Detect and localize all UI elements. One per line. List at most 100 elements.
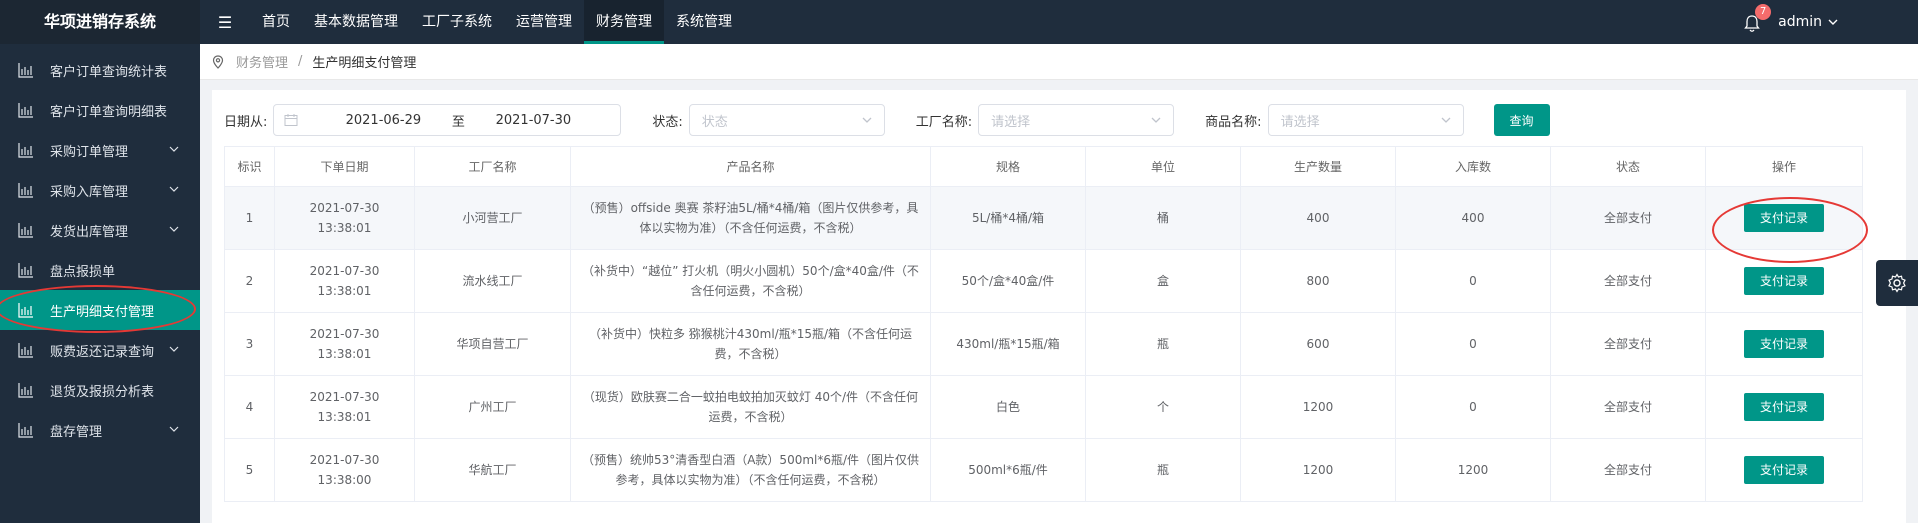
table-row: 1 2021-07-30 13:38:01 小河营工厂 （预售）offside 奥赛 … xyxy=(224,186,1863,250)
cell-product: （补货中）快粒多 猕猴桃汁430ml/瓶*15瓶/箱（不含任何运费，不含税） xyxy=(570,312,931,376)
cell-factory: 广州工厂 xyxy=(414,375,571,439)
cell-action: 支付记录 xyxy=(1705,249,1863,313)
sidebar-item[interactable]: 客户订单查询统计表 xyxy=(0,50,200,90)
sidebar-item[interactable]: 客户订单查询明细表 xyxy=(0,90,200,130)
cell-product: （预售）统帅53°清香型白酒（A款）500ml*6瓶/件（图片仅供参考，具体以实… xyxy=(570,438,931,502)
cell-product: （现货）欧肤赛二合一蚊拍电蚊拍加灭蚊灯 40个/件（不含任何运费，不含税） xyxy=(570,375,931,439)
top-nav-item[interactable]: 运营管理 xyxy=(504,0,584,44)
sidebar-item[interactable]: 生产明细支付管理 xyxy=(0,290,200,330)
settings-float-button[interactable] xyxy=(1876,260,1918,306)
product-select[interactable]: 请选择 xyxy=(1267,104,1464,136)
sidebar-item-label: 客户订单查询统计表 xyxy=(50,64,168,80)
top-nav-item[interactable]: 首页 xyxy=(250,0,302,44)
date-to[interactable]: 2021-07-30 xyxy=(488,113,578,128)
location-icon xyxy=(212,54,224,69)
cell-date: 2021-07-30 13:38:01 xyxy=(274,186,415,250)
chart-icon xyxy=(18,263,33,278)
product-placeholder: 请选择 xyxy=(1280,114,1320,130)
gear-icon xyxy=(1888,273,1906,293)
chevron-down-icon xyxy=(169,226,179,232)
top-nav-item[interactable]: 系统管理 xyxy=(664,0,744,44)
date-range-picker[interactable]: 2021-06-29 至 2021-07-30 xyxy=(273,104,622,136)
cell-action: 支付记录 xyxy=(1705,375,1863,439)
sidebar-item-label: 盘点报损单 xyxy=(50,264,116,280)
cell-stock: 0 xyxy=(1395,375,1551,439)
payment-record-button[interactable]: 支付记录 xyxy=(1744,204,1824,232)
menu-toggle-icon[interactable]: ☰ xyxy=(200,0,250,44)
cell-stock: 0 xyxy=(1395,249,1551,313)
factory-label: 工厂名称: xyxy=(915,114,973,130)
sidebar-item[interactable]: 盘存管理 xyxy=(0,410,200,450)
sidebar-item[interactable]: 采购订单管理 xyxy=(0,130,200,170)
cell-unit: 桶 xyxy=(1085,186,1241,250)
cell-id: 1 xyxy=(224,186,275,250)
bell-icon[interactable]: 7 xyxy=(1744,4,1772,32)
status-select[interactable]: 状态 xyxy=(688,104,885,136)
cell-spec: 430ml/瓶*15瓶/箱 xyxy=(930,312,1086,376)
cell-id: 3 xyxy=(224,312,275,376)
chevron-down-icon xyxy=(169,426,179,432)
chart-icon xyxy=(18,103,33,118)
date-from[interactable]: 2021-06-29 xyxy=(338,113,428,128)
sidebar-item-label: 客户订单查询明细表 xyxy=(50,104,168,120)
status-placeholder: 状态 xyxy=(701,114,728,130)
calendar-icon xyxy=(284,114,298,126)
cell-status: 全部支付 xyxy=(1550,438,1706,502)
sidebar-menu: 客户订单查询统计表 客户订单查询明细表 采购订单管理 采购入库管理发货出库管理盘点报损… xyxy=(0,50,200,450)
chart-icon xyxy=(18,343,33,358)
product-label: 商品名称: xyxy=(1205,114,1262,130)
breadcrumb: 财务管理 / 生产明细支付管理 xyxy=(200,44,1918,80)
column-header: 单位 xyxy=(1085,146,1241,187)
factory-select[interactable]: 请选择 xyxy=(978,104,1175,136)
sidebar-item[interactable]: 发货出库管理 xyxy=(0,210,200,250)
date-separator: 至 xyxy=(451,114,465,130)
sidebar-item[interactable]: 盘点报损单 xyxy=(0,250,200,290)
cell-qty: 600 xyxy=(1240,312,1396,376)
sidebar-item-label: 贩费返还记录查询 xyxy=(50,344,155,360)
cell-factory: 流水线工厂 xyxy=(414,249,571,313)
cell-stock: 1200 xyxy=(1395,438,1551,502)
payment-record-button[interactable]: 支付记录 xyxy=(1744,393,1824,421)
chart-icon xyxy=(18,423,33,438)
top-nav-item[interactable]: 工厂子系统 xyxy=(410,0,504,44)
cell-spec: 白色 xyxy=(930,375,1086,439)
column-header: 状态 xyxy=(1550,146,1706,187)
chart-icon xyxy=(18,383,33,398)
column-header: 标识 xyxy=(224,146,275,187)
cell-action: 支付记录 xyxy=(1705,438,1863,502)
cell-action: 支付记录 xyxy=(1705,186,1863,250)
sidebar-item-label: 采购订单管理 xyxy=(50,144,129,160)
cell-status: 全部支付 xyxy=(1550,249,1706,313)
cell-stock: 0 xyxy=(1395,312,1551,376)
breadcrumb-separator: / xyxy=(298,54,303,69)
query-button[interactable]: 查询 xyxy=(1493,104,1550,136)
sidebar-item[interactable]: 采购入库管理 xyxy=(0,170,200,210)
cell-unit: 盒 xyxy=(1085,249,1241,313)
top-nav-item[interactable]: 财务管理 xyxy=(584,0,664,44)
cell-unit: 瓶 xyxy=(1085,312,1241,376)
sidebar-item[interactable]: 贩费返还记录查询 xyxy=(0,330,200,370)
payment-record-button[interactable]: 支付记录 xyxy=(1744,456,1824,484)
factory-placeholder: 请选择 xyxy=(991,114,1031,130)
table-header-row: 标识 下单日期 工厂名称 产品名称 规格 单位 生产数量 入库数 状态 操作 xyxy=(224,146,1863,187)
user-menu[interactable]: admin xyxy=(1778,14,1838,30)
date-label: 日期从: xyxy=(224,114,268,130)
cell-date: 2021-07-30 13:38:01 xyxy=(274,375,415,439)
breadcrumb-parent[interactable]: 财务管理 xyxy=(236,52,288,71)
payment-record-button[interactable]: 支付记录 xyxy=(1744,267,1824,295)
cell-qty: 1200 xyxy=(1240,438,1396,502)
column-header: 生产数量 xyxy=(1240,146,1396,187)
chevron-down-icon xyxy=(169,346,179,352)
payment-table: 标识 下单日期 工厂名称 产品名称 规格 单位 生产数量 入库数 状态 操作 1 2021-07-3… xyxy=(224,146,1863,502)
top-nav-item[interactable]: 基本数据管理 xyxy=(302,0,410,44)
breadcrumb-current: 生产明细支付管理 xyxy=(312,56,417,71)
payment-record-button[interactable]: 支付记录 xyxy=(1744,330,1824,358)
column-header: 操作 xyxy=(1705,146,1863,187)
chevron-down-icon xyxy=(169,186,179,192)
sidebar: 华项进销存系统 客户订单查询统计表 客户订单查询明细表 采购订单管理 采购入库管理 发货… xyxy=(0,0,200,523)
main-content: 日期从: 2021-06-29 至 2021-07-30 状态: 状态 工厂名称… xyxy=(212,90,1906,523)
sidebar-item[interactable]: 退货及报损分析表 xyxy=(0,370,200,410)
sidebar-item-label: 采购入库管理 xyxy=(50,184,129,200)
cell-stock: 400 xyxy=(1395,186,1551,250)
chevron-down-icon xyxy=(1828,19,1838,25)
